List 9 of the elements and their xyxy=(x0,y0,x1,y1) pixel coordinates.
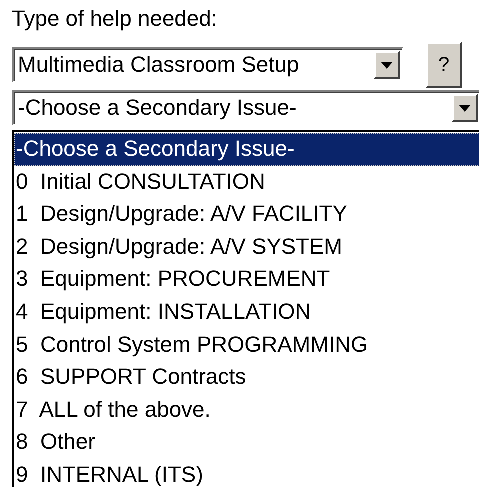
help-button[interactable]: ? xyxy=(426,42,462,88)
primary-select[interactable]: Multimedia Classroom Setup xyxy=(12,47,404,83)
caret-icon xyxy=(459,104,471,112)
dropdown-button[interactable] xyxy=(374,51,400,79)
caret-icon xyxy=(381,62,393,68)
field-label: Type of help needed: xyxy=(12,5,218,33)
secondary-select[interactable]: -Choose a Secondary Issue- xyxy=(12,90,479,126)
dropdown-button[interactable] xyxy=(452,94,478,122)
dropdown-option[interactable]: -Choose a Secondary Issue- xyxy=(14,133,479,166)
